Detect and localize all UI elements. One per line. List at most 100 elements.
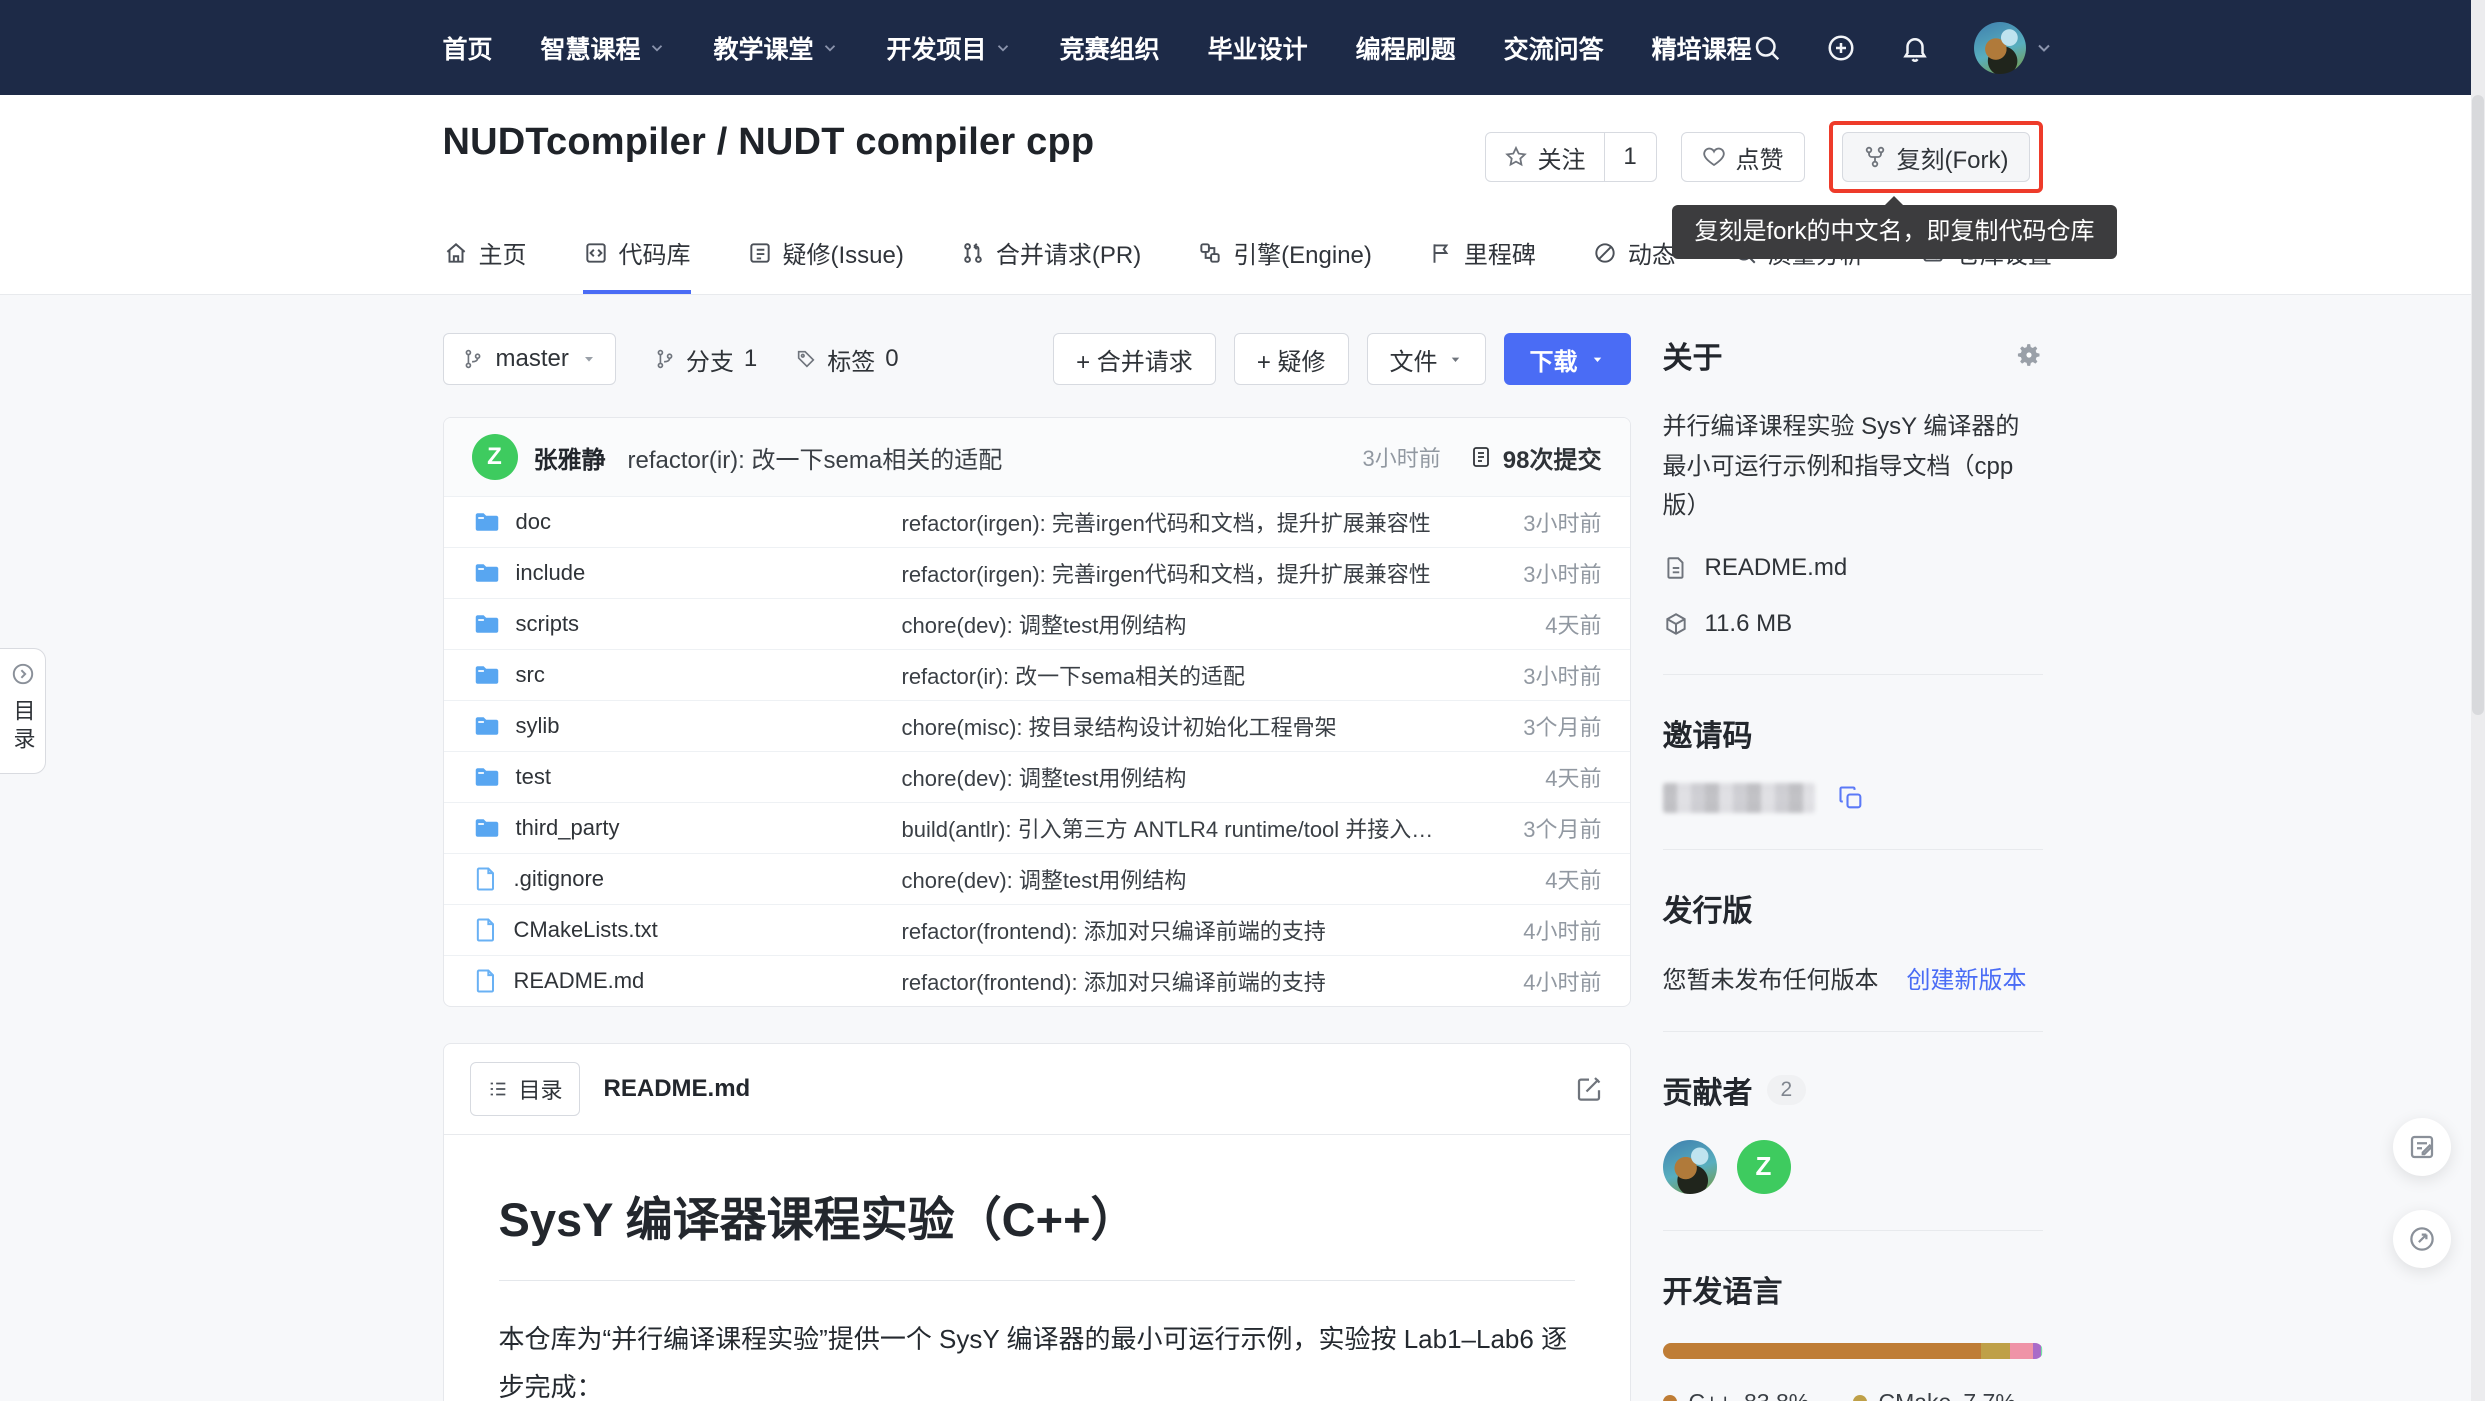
table-row: sylib chore(misc): 按目录结构设计初始化工程骨架 3个月前 — [444, 700, 1630, 751]
readme-toc-button[interactable]: 目录 — [470, 1062, 580, 1116]
file-menu-button[interactable]: 文件 — [1367, 333, 1486, 385]
commit-message-link[interactable]: refactor(irgen): 完善irgen代码和文档，提升扩展兼容性 — [902, 557, 1452, 589]
commit-message-link[interactable]: chore(misc): 按目录结构设计初始化工程骨架 — [902, 710, 1452, 742]
nav-item-graduation[interactable]: 毕业设计 — [1208, 30, 1308, 66]
chevron-down-icon — [1590, 352, 1605, 367]
nav-item-qa[interactable]: 交流问答 — [1504, 30, 1604, 66]
commit-message-link[interactable]: refactor(irgen): 完善irgen代码和文档，提升扩展兼容性 — [902, 506, 1452, 538]
watch-count[interactable]: 1 — [1604, 133, 1656, 181]
sidebar: 关于 并行编译课程实验 SysY 编译器的最小可运行示例和指导文档（cpp版） … — [1663, 333, 2043, 1401]
user-menu[interactable] — [1974, 22, 2054, 74]
readme-card: 目录 README.md SysY 编译器课程实验（C++） 本仓库为“并行编译… — [443, 1043, 1631, 1401]
file-name-link[interactable]: .gitignore — [472, 865, 902, 893]
commit-author-name[interactable]: 张雅静 — [534, 440, 606, 475]
branch-icon — [654, 348, 676, 370]
language-bar-segment — [2010, 1343, 2033, 1359]
nav-item-competitions[interactable]: 竞赛组织 — [1060, 30, 1160, 66]
readme-body: SysY 编译器课程实验（C++） 本仓库为“并行编译课程实验”提供一个 Sys… — [444, 1135, 1630, 1401]
toc-side-tab[interactable]: 目录 — [0, 648, 46, 774]
file-list: doc refactor(irgen): 完善irgen代码和文档，提升扩展兼容… — [444, 496, 1630, 1006]
latest-commit-row: Z 张雅静 refactor(ir): 改一下sema相关的适配 3小时前 98… — [444, 418, 1630, 496]
table-row: include refactor(irgen): 完善irgen代码和文档，提升… — [444, 547, 1630, 598]
contributor-avatar[interactable]: Z — [1737, 1140, 1791, 1194]
new-pr-button[interactable]: + 合并请求 — [1053, 333, 1216, 385]
page-scrollbar[interactable] — [2471, 0, 2485, 1401]
tab-pull-requests[interactable]: 合并请求(PR) — [960, 235, 1141, 294]
tab-milestones[interactable]: 里程碑 — [1428, 235, 1536, 294]
language-bar-segment — [1663, 1343, 1981, 1359]
commit-message-link[interactable]: chore(dev): 调整test用例结构 — [902, 863, 1452, 895]
nav-item-training[interactable]: 精培课程 — [1652, 30, 1752, 66]
commit-message[interactable]: refactor(ir): 改一下sema相关的适配 — [628, 440, 1003, 475]
chevron-down-icon — [994, 39, 1012, 57]
home-icon — [443, 240, 469, 266]
file-name-link[interactable]: include — [472, 558, 902, 588]
commit-message-link[interactable]: refactor(frontend): 添加对只编译前端的支持 — [902, 965, 1452, 997]
readme-h1: SysY 编译器课程实验（C++） — [499, 1181, 1575, 1281]
divider — [1663, 1031, 2043, 1032]
feedback-edit-button[interactable] — [2393, 1118, 2451, 1176]
tab-activity[interactable]: 动态 — [1592, 235, 1676, 294]
fork-highlight-box: 复刻(Fork) 复刻是fork的中文名，即复制代码仓库 — [1829, 121, 2043, 193]
nav-item-smart-courses[interactable]: 智慧课程 — [541, 30, 666, 66]
file-name-link[interactable]: CMakeLists.txt — [472, 916, 902, 944]
file-type-icon — [472, 813, 502, 843]
scrollbar-thumb[interactable] — [2472, 95, 2484, 715]
nav-item-teaching[interactable]: 教学课堂 — [714, 30, 839, 66]
fork-button[interactable]: 复刻(Fork) — [1842, 132, 2030, 182]
file-name-link[interactable]: README.md — [472, 967, 902, 995]
page-title: NUDTcompiler / NUDT compiler cpp — [443, 121, 1095, 164]
file-updated-time: 3小时前 — [1452, 557, 1602, 589]
plus-circle-icon[interactable] — [1826, 33, 1856, 63]
commit-message-link[interactable]: chore(dev): 调整test用例结构 — [902, 608, 1452, 640]
commit-message-link[interactable]: refactor(frontend): 添加对只编译前端的支持 — [902, 914, 1452, 946]
commits-count-link[interactable]: 98次提交 — [1469, 440, 1602, 475]
star-icon — [1504, 145, 1528, 169]
create-release-link[interactable]: 创建新版本 — [1907, 960, 2027, 995]
tab-home[interactable]: 主页 — [443, 235, 527, 294]
watch-button[interactable]: 关注 — [1486, 133, 1604, 181]
file-updated-time: 4天前 — [1452, 761, 1602, 793]
nav-menu: 首页 智慧课程 教学课堂 开发项目 竞赛组织 毕业设计 编程刷题 交流问答 精培… — [443, 30, 1752, 66]
repo-controls: master 分支 1 标签 0 + 合并请求 + 疑修 文件 — [443, 333, 1631, 385]
list-icon — [487, 1078, 509, 1100]
nav-item-coding-practice[interactable]: 编程刷题 — [1356, 30, 1456, 66]
contributor-avatar[interactable] — [1663, 1140, 1717, 1194]
tab-engine[interactable]: 引擎(Engine) — [1197, 235, 1372, 294]
nav-item-dev-projects[interactable]: 开发项目 — [887, 30, 1012, 66]
readme-link[interactable]: README.md — [1663, 554, 2043, 582]
file-name-link[interactable]: third_party — [472, 813, 902, 843]
file-updated-time: 3小时前 — [1452, 506, 1602, 538]
issue-icon — [747, 240, 773, 266]
tab-issues[interactable]: 疑修(Issue) — [747, 235, 904, 294]
tab-code[interactable]: 代码库 — [583, 235, 691, 294]
copy-icon[interactable] — [1837, 784, 1865, 812]
file-name-link[interactable]: sylib — [472, 711, 902, 741]
edit-icon[interactable] — [1574, 1074, 1604, 1104]
commit-message-link[interactable]: refactor(ir): 改一下sema相关的适配 — [902, 659, 1452, 691]
download-button[interactable]: 下载 — [1504, 333, 1631, 385]
commit-message-link[interactable]: build(antlr): 引入第三方 ANTLR4 runtime/tool … — [902, 812, 1452, 844]
nav-item-home[interactable]: 首页 — [443, 30, 493, 66]
file-type-icon — [472, 660, 502, 690]
tags-count-link[interactable]: 标签 0 — [795, 342, 898, 377]
file-name-link[interactable]: scripts — [472, 609, 902, 639]
invite-code-title: 邀请码 — [1663, 711, 2043, 755]
branch-selector[interactable]: master — [443, 333, 616, 385]
file-name-link[interactable]: doc — [472, 507, 902, 537]
branches-count-link[interactable]: 分支 1 — [654, 342, 757, 377]
gear-icon[interactable] — [2015, 341, 2043, 369]
like-button[interactable]: 点赞 — [1681, 132, 1805, 182]
top-navbar: 首页 智慧课程 教学课堂 开发项目 竞赛组织 毕业设计 编程刷题 交流问答 精培… — [0, 0, 2485, 95]
share-arrow-icon — [2407, 1224, 2437, 1254]
commit-message-link[interactable]: chore(dev): 调整test用例结构 — [902, 761, 1452, 793]
language-bar — [1663, 1343, 2043, 1359]
new-issue-button[interactable]: + 疑修 — [1234, 333, 1349, 385]
file-name-link[interactable]: test — [472, 762, 902, 792]
edit-note-icon — [2407, 1132, 2437, 1162]
file-name-link[interactable]: src — [472, 660, 902, 690]
share-button[interactable] — [2393, 1210, 2451, 1268]
commit-author-avatar[interactable]: Z — [472, 434, 518, 480]
search-icon[interactable] — [1752, 33, 1782, 63]
bell-icon[interactable] — [1900, 33, 1930, 63]
